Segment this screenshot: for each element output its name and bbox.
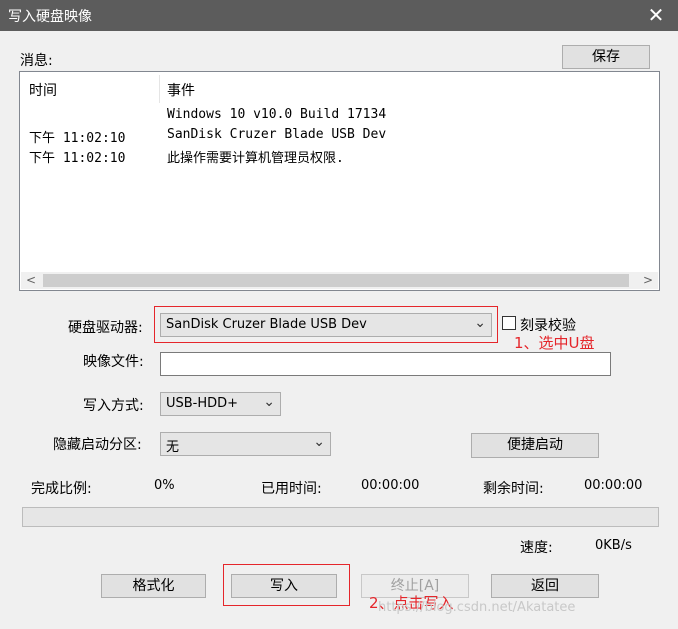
back-button[interactable]: 返回 — [491, 574, 599, 598]
completion-value: 0% — [154, 478, 175, 493]
column-header-event[interactable]: 事件 — [167, 80, 195, 100]
watermark-text: https://blog.csdn.net/Akatatee — [378, 600, 576, 615]
save-button[interactable]: 保存 — [562, 45, 650, 69]
close-icon[interactable]: ✕ — [634, 0, 678, 31]
horizontal-scrollbar[interactable]: < > — [21, 272, 658, 289]
elapsed-value: 00:00:00 — [361, 478, 420, 493]
remaining-value: 00:00:00 — [584, 478, 643, 493]
scroll-right-icon[interactable]: > — [638, 272, 658, 289]
write-mode-label: 写入方式: — [83, 398, 144, 414]
progress-bar — [22, 507, 659, 527]
highlight-box-write — [223, 564, 350, 606]
image-file-input[interactable] — [160, 352, 611, 376]
verify-checkbox[interactable] — [502, 316, 516, 330]
write-mode-select[interactable]: USB-HDD+ ⌄ — [160, 392, 281, 416]
scroll-left-icon[interactable]: < — [21, 272, 41, 289]
chevron-down-icon: ⌄ — [313, 434, 325, 450]
hidden-partition-label: 隐藏启动分区: — [53, 437, 142, 453]
column-divider[interactable] — [159, 75, 160, 103]
image-file-label: 映像文件: — [83, 354, 144, 370]
messages-label: 消息: — [20, 53, 53, 69]
row-2-time: 下午 11:02:10 — [29, 131, 126, 146]
highlight-box-drive — [154, 306, 498, 343]
annotation-step-1: 1、选中U盘 — [514, 334, 595, 352]
speed-value: 0KB/s — [595, 538, 632, 553]
row-1-event: Windows 10 v10.0 Build 17134 — [167, 107, 387, 122]
format-button[interactable]: 格式化 — [101, 574, 206, 598]
speed-label: 速度: — [520, 540, 553, 556]
hidden-partition-select[interactable]: 无 ⌄ — [160, 432, 331, 456]
message-list[interactable]: 时间 事件 Windows 10 v10.0 Build 17134 下午 11… — [19, 71, 660, 291]
hidden-partition-value: 无 — [166, 440, 180, 455]
completion-label: 完成比例: — [31, 481, 92, 497]
row-3-event: 此操作需要计算机管理员权限. — [167, 151, 344, 166]
elapsed-label: 已用时间: — [261, 481, 322, 497]
scrollbar-thumb[interactable] — [43, 274, 629, 287]
write-mode-value: USB-HDD+ — [166, 396, 239, 411]
row-2-event: SanDisk Cruzer Blade USB Dev — [167, 127, 387, 142]
quick-boot-button[interactable]: 便捷启动 — [471, 433, 599, 458]
drive-label: 硬盘驱动器: — [68, 320, 143, 336]
row-3-time: 下午 11:02:10 — [29, 151, 126, 166]
chevron-down-icon: ⌄ — [263, 394, 275, 410]
title-bar: 写入硬盘映像 ✕ — [0, 0, 678, 31]
column-header-time[interactable]: 时间 — [29, 80, 57, 100]
window-title: 写入硬盘映像 — [8, 9, 92, 25]
remaining-label: 剩余时间: — [483, 481, 544, 497]
